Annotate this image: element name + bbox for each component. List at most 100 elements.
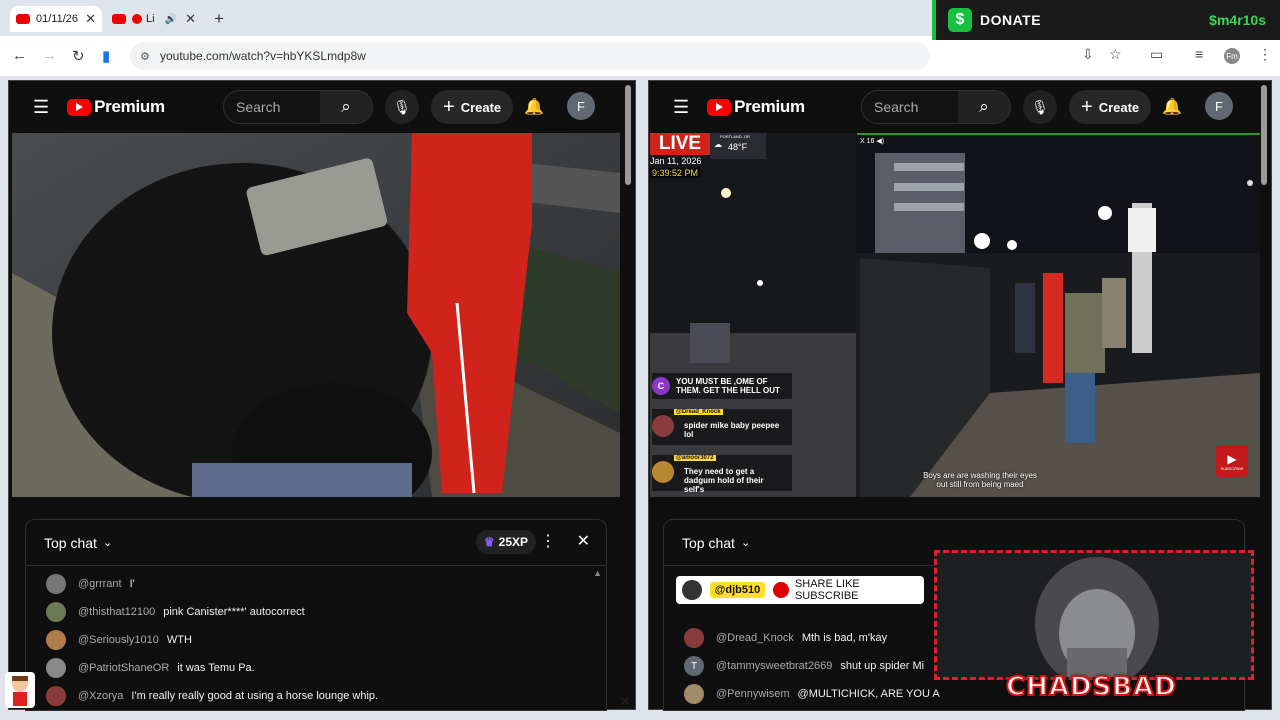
play-icon: ▶ xyxy=(1227,451,1237,466)
video-player[interactable] xyxy=(12,133,620,497)
create-button[interactable]: + Create xyxy=(1069,90,1152,124)
scroll-up-arrow-icon[interactable]: ▲ xyxy=(593,568,602,578)
chat-text: shut up spider Mi xyxy=(840,660,925,672)
overlay-chat-message: @amoor3072 They need to get a dadgum hol… xyxy=(652,455,792,494)
youtube-play-icon xyxy=(67,98,92,116)
xp-value: 25XP xyxy=(498,535,528,549)
page-scrollbar[interactable] xyxy=(1261,85,1267,185)
overlay-chat-avatar xyxy=(652,415,674,437)
live-badge: LIVE xyxy=(650,133,710,155)
chat-message[interactable]: @Xzorya I'm really really good at using … xyxy=(46,686,378,706)
overlay-chat-avatar: C xyxy=(652,377,670,395)
create-button[interactable]: + Create xyxy=(431,90,514,124)
chevron-down-icon[interactable]: ⌄ xyxy=(741,536,750,549)
site-info-icon[interactable]: ⚙ xyxy=(140,50,150,63)
chat-author[interactable]: @tammysweetbrat2669 xyxy=(716,660,832,672)
youtube-play-icon xyxy=(707,98,732,116)
chat-author[interactable]: @Xzorya xyxy=(78,690,123,702)
cashtag: $m4r10s xyxy=(1209,12,1266,28)
close-tab-icon[interactable]: ✕ xyxy=(85,11,96,27)
profile-icon[interactable]: Fm xyxy=(1224,48,1240,64)
weather-cloud-icon: ☁ xyxy=(714,140,722,149)
pinned-text: SHARE LIKE SUBSCRIBE xyxy=(794,578,860,602)
top-chat-selector[interactable]: Top chat xyxy=(44,535,97,551)
chat-avatar xyxy=(684,684,704,704)
chat-message[interactable]: T @tammysweetbrat2669 shut up spider Mi xyxy=(684,656,924,676)
youtube-premium-logo[interactable]: Premium xyxy=(67,97,165,117)
chat-text: it was Temu Pa. xyxy=(177,662,255,674)
bookmark-star-icon[interactable]: ☆ xyxy=(1109,46,1122,63)
chat-author[interactable]: @PatriotShaneOR xyxy=(78,662,169,674)
chat-author[interactable]: @Pennywisem xyxy=(716,688,790,700)
create-label: Create xyxy=(460,99,502,115)
chat-avatar: T xyxy=(684,656,704,676)
chat-avatar xyxy=(46,686,66,706)
chat-message[interactable]: @Pennywisem @MULTICHICK, ARE YOU A xyxy=(684,684,940,704)
recording-icon xyxy=(132,14,142,24)
browser-menu-icon[interactable]: ⋮ xyxy=(1258,46,1272,63)
browser-tab-1[interactable]: 01/11/26 ✕ xyxy=(10,6,102,32)
notifications-bell-icon[interactable]: 🔔 xyxy=(1162,97,1182,117)
stream-date: Jan 11, 2026 xyxy=(650,156,702,166)
chat-message[interactable]: @thisthat12100 pink Canister****' autoco… xyxy=(46,602,305,622)
chat-author[interactable]: @grrrant xyxy=(78,578,122,590)
account-avatar[interactable]: F xyxy=(567,92,595,120)
logo-text: Premium xyxy=(734,97,805,116)
youtube-premium-logo[interactable]: Premium xyxy=(707,97,805,117)
url-bar[interactable]: ⚙ youtube.com/watch?v=hbYKSLmdp8w xyxy=(130,42,930,70)
sidebar-toggle-icon[interactable]: ▮ xyxy=(102,47,110,65)
chat-avatar xyxy=(46,630,66,650)
xp-badge[interactable]: ♛ 25XP xyxy=(475,530,536,554)
search-input[interactable]: Search ⌕ xyxy=(223,90,373,124)
reload-icon[interactable]: ↻ xyxy=(72,47,85,65)
chat-message[interactable]: @Seriously1010 WTH xyxy=(46,630,192,650)
dollar-icon: $ xyxy=(948,8,972,32)
donate-banner[interactable]: $ DONATE $m4r10s xyxy=(932,0,1280,40)
chat-author[interactable]: @Seriously1010 xyxy=(78,634,159,646)
audio-playing-icon[interactable]: 🔊 xyxy=(165,14,177,25)
plus-icon: + xyxy=(1081,95,1093,118)
plus-icon: + xyxy=(443,95,455,118)
notifications-bell-icon[interactable]: 🔔 xyxy=(524,97,544,117)
close-tab-icon[interactable]: ✕ xyxy=(185,11,196,27)
chat-message[interactable]: @grrrant I' xyxy=(46,574,135,594)
overlay-chat-text: YOU MUST BE ,OME OF THEM. GET THE HELL O… xyxy=(676,377,780,395)
search-icon[interactable]: ⌕ xyxy=(958,91,1010,123)
microphone-icon[interactable]: 🎙 xyxy=(1023,90,1057,124)
menu-icon[interactable]: ☰ xyxy=(33,97,49,118)
youtube-favicon-icon xyxy=(112,14,126,24)
viewer-count: X 16 ◀) xyxy=(860,138,885,145)
search-input[interactable]: Search ⌕ xyxy=(861,90,1011,124)
back-arrow-icon[interactable]: ← xyxy=(12,47,27,64)
chat-author[interactable]: @thisthat12100 xyxy=(78,606,155,618)
chat-text: @MULTICHICK, ARE YOU A xyxy=(797,688,940,700)
chat-message[interactable]: @Dread_Knock Mth is bad, m'kay xyxy=(684,628,887,648)
microphone-icon[interactable]: 🎙 xyxy=(385,90,419,124)
close-chat-icon[interactable]: ✕ xyxy=(577,531,590,551)
page-scrollbar[interactable] xyxy=(625,85,631,185)
caption-line: Boys are are washing their eyes xyxy=(923,471,1037,480)
menu-icon[interactable]: ☰ xyxy=(673,97,689,118)
browser-tab-2[interactable]: Li 🔊 ✕ xyxy=(106,6,202,32)
chat-author[interactable]: @Dread_Knock xyxy=(716,632,794,644)
chat-text: Mth is bad, m'kay xyxy=(801,632,888,644)
top-chat-selector[interactable]: Top chat xyxy=(682,535,735,551)
new-tab-button[interactable]: + xyxy=(214,9,224,29)
install-app-icon[interactable]: ⇩ xyxy=(1082,46,1094,63)
url-text: youtube.com/watch?v=hbYKSLmdp8w xyxy=(160,49,366,63)
caption-line: out still from being maed xyxy=(936,480,1024,489)
overlay-chat-user: @Dread_Knock xyxy=(674,409,723,415)
subscribe-overlay-button: ▶ SUBSCRIBE xyxy=(1216,445,1248,477)
chat-message[interactable]: @PatriotShaneOR it was Temu Pa. xyxy=(46,658,255,678)
weather-widget: PORTLAND, OR ☁ 48°F xyxy=(710,133,766,159)
search-icon[interactable]: ⌕ xyxy=(320,91,372,123)
account-avatar[interactable]: F xyxy=(1205,92,1233,120)
split-view-icon[interactable]: ▭ xyxy=(1150,46,1163,63)
media-control-icon[interactable]: ≡ xyxy=(1195,46,1203,62)
video-player[interactable]: LIVE PORTLAND, OR ☁ 48°F Jan 11, 2026 9:… xyxy=(650,133,1260,497)
chevron-down-icon[interactable]: ⌄ xyxy=(103,536,112,549)
webcam-overlay xyxy=(934,550,1254,680)
close-overlay-icon[interactable]: ✕ xyxy=(619,693,631,710)
more-options-icon[interactable]: ⋮ xyxy=(540,531,556,551)
forward-arrow-icon[interactable]: → xyxy=(42,47,57,64)
